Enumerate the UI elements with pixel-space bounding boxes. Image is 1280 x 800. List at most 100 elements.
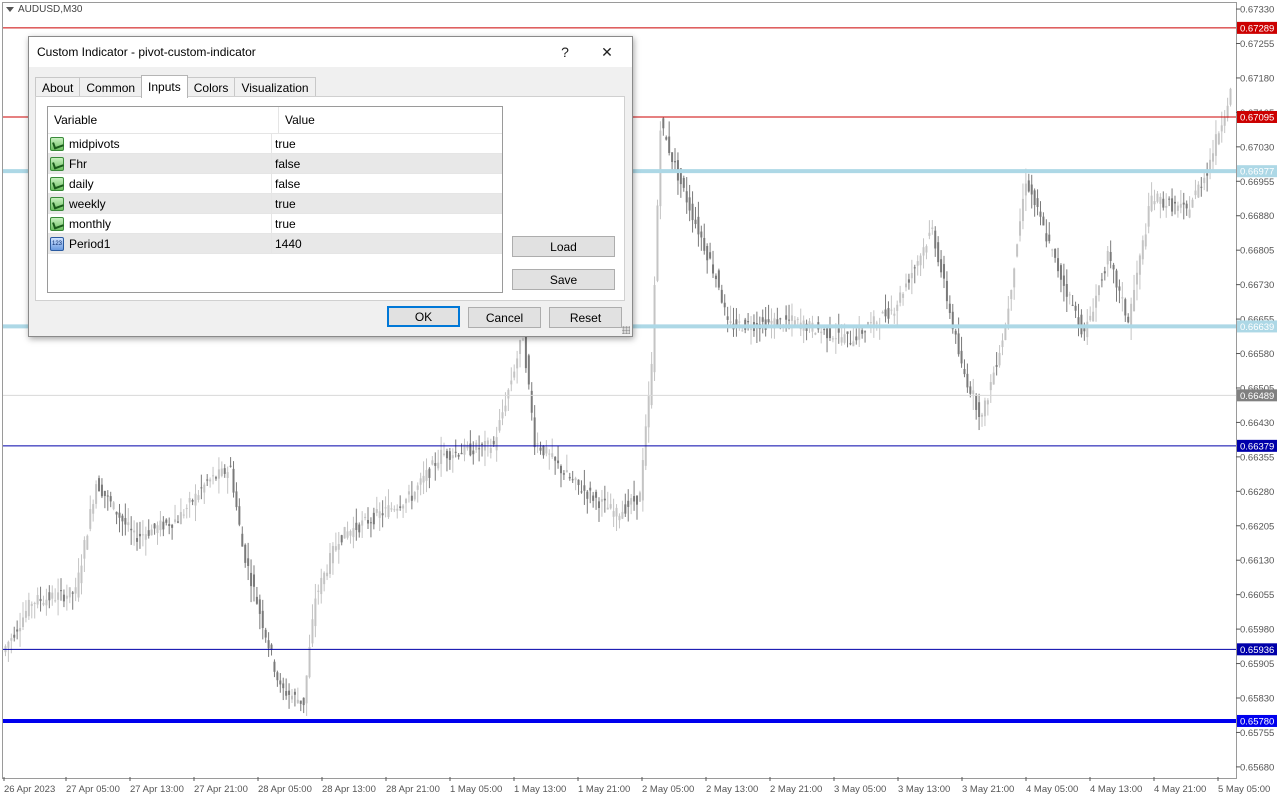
candle-body [302, 697, 305, 706]
candle-body [54, 600, 57, 602]
table-row[interactable]: 123 Period1 1440 [48, 234, 502, 254]
dialog-title: Custom Indicator - pivot-custom-indicato… [37, 45, 256, 59]
candle-body [255, 596, 258, 604]
candle-body [308, 647, 311, 678]
candle-body [323, 572, 326, 585]
reset-button[interactable]: Reset [549, 307, 622, 328]
candle-body [846, 331, 849, 334]
variable-value[interactable]: false [272, 174, 502, 193]
candle-body [1150, 195, 1153, 211]
candle-body [384, 507, 387, 509]
candle-body [220, 468, 223, 476]
variable-value[interactable]: true [272, 134, 502, 153]
variable-value[interactable]: false [272, 154, 502, 173]
candle-body [893, 313, 896, 316]
table-row[interactable]: monthly true [48, 214, 502, 234]
candle-body [209, 479, 212, 482]
candle-body [714, 275, 717, 280]
candle-body [443, 453, 446, 455]
candle-body [630, 498, 633, 505]
level-price-label: 0.65780 [1240, 716, 1274, 727]
save-button[interactable]: Save [512, 269, 615, 290]
candle-body [957, 333, 960, 355]
table-row[interactable]: Fhr false [48, 154, 502, 174]
candle-body [747, 321, 750, 323]
candle-body [559, 465, 562, 474]
candle-body [495, 437, 498, 451]
tab-colors[interactable]: Colors [186, 77, 236, 97]
time-label: 4 May 21:00 [1154, 784, 1206, 795]
load-button[interactable]: Load [512, 236, 615, 257]
candle-body [1153, 201, 1156, 205]
cancel-button[interactable]: Cancel [468, 307, 541, 328]
candle-body [185, 507, 188, 509]
candle-body [138, 533, 141, 537]
candle-body [358, 524, 361, 533]
candle-body [83, 540, 86, 559]
time-label: 27 Apr 21:00 [194, 784, 248, 795]
table-row[interactable]: midpivots true [48, 134, 502, 154]
column-header-variable[interactable]: Variable [48, 107, 279, 133]
table-row[interactable]: daily false [48, 174, 502, 194]
candle-body [779, 318, 782, 320]
column-header-value[interactable]: Value [279, 107, 502, 133]
variable-name: monthly [69, 216, 112, 231]
candle-body [931, 227, 934, 229]
candle-body [688, 197, 691, 211]
candle-body [258, 599, 261, 614]
candle-body [1229, 88, 1232, 105]
symbol-label[interactable]: AUDUSD,M30 [6, 4, 82, 15]
bool-icon [50, 196, 64, 211]
candle-body [16, 629, 19, 632]
candle-body [498, 420, 501, 431]
ok-button[interactable]: OK [387, 306, 460, 327]
candle-body [317, 590, 320, 592]
candle-body [1197, 184, 1200, 198]
candle-body [355, 522, 358, 531]
candle-body [282, 683, 285, 689]
dropdown-triangle-icon[interactable] [6, 7, 14, 12]
close-icon[interactable]: ✕ [597, 43, 617, 61]
inputs-table[interactable]: Variable Value midpivots true Fhr false … [47, 106, 503, 293]
candle-body [513, 371, 516, 378]
tab-visualization[interactable]: Visualization [234, 77, 316, 97]
candle-body [92, 504, 95, 514]
candle-body [486, 440, 489, 445]
candle-body [320, 577, 323, 595]
candle-body [600, 499, 603, 502]
candle-body [586, 491, 589, 499]
table-row[interactable]: weekly true [48, 194, 502, 214]
variable-value[interactable]: 1440 [272, 234, 502, 253]
candle-body [168, 523, 171, 526]
candle-body [103, 490, 106, 497]
candle-body [372, 512, 375, 525]
candle-body [19, 627, 22, 632]
candle-body [861, 330, 864, 334]
candle-body [346, 531, 349, 538]
help-button[interactable]: ? [555, 43, 575, 61]
tab-common[interactable]: Common [79, 77, 143, 97]
candle-body [100, 484, 103, 497]
candle-body [1024, 183, 1027, 196]
resize-grip-icon[interactable] [622, 326, 630, 334]
variable-value[interactable]: true [272, 194, 502, 213]
candle-body [934, 230, 937, 249]
candle-body [369, 522, 372, 524]
tab-about[interactable]: About [35, 77, 81, 97]
candle-body [612, 511, 615, 517]
candle-body [1030, 184, 1033, 195]
candle-body [203, 484, 206, 493]
candle-body [910, 272, 913, 279]
candle-body [633, 496, 636, 502]
candle-body [1168, 198, 1171, 200]
candle-body [978, 402, 981, 418]
dialog-titlebar[interactable]: Custom Indicator - pivot-custom-indicato… [29, 37, 632, 67]
candle-body [682, 177, 685, 188]
variable-value[interactable]: true [272, 214, 502, 233]
candle-body [1100, 279, 1103, 281]
tab-inputs[interactable]: Inputs [141, 75, 188, 98]
candle-body [963, 368, 966, 375]
candle-body [1048, 234, 1051, 242]
candle-body [197, 495, 200, 500]
candle-body [656, 205, 659, 281]
